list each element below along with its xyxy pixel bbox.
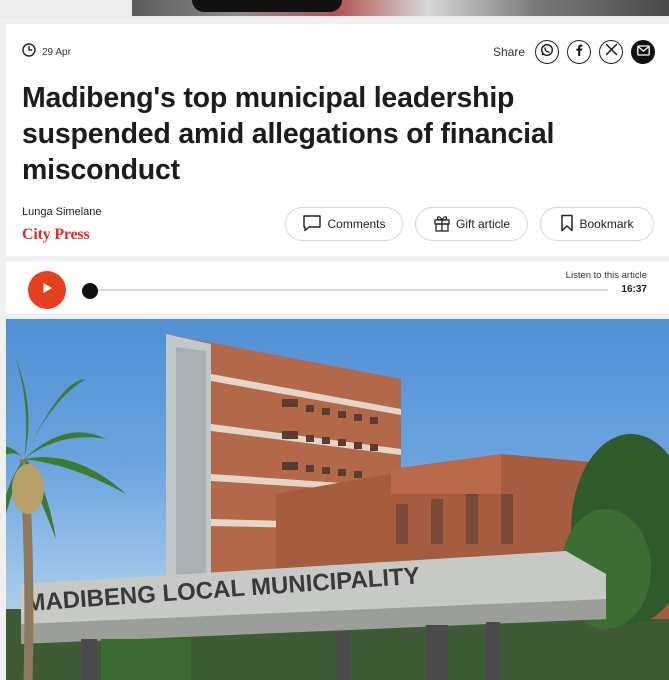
article-hero-image: MADIBENG LOCAL MUNICIPALITY: [6, 319, 669, 680]
share-bar: Share: [493, 40, 655, 64]
article-meta: 29 Apr: [22, 43, 71, 62]
gift-icon: [433, 214, 451, 235]
author-name[interactable]: Lunga Simelane: [22, 206, 102, 218]
facebook-icon: [572, 43, 586, 62]
comments-button[interactable]: Comments: [285, 207, 403, 241]
play-button[interactable]: [28, 271, 66, 309]
play-icon: [40, 281, 54, 300]
comment-icon: [302, 214, 322, 235]
bookmark-label: Bookmark: [579, 217, 634, 231]
clock-icon: [22, 43, 36, 62]
email-share-button[interactable]: [631, 40, 655, 64]
article-header: 29 Apr Share Madibeng's top municipal le…: [6, 24, 669, 256]
listen-label: Listen to this article: [565, 270, 647, 281]
gift-article-label: Gift article: [455, 217, 510, 231]
publication-logo[interactable]: City Press: [22, 226, 90, 244]
comments-label: Comments: [327, 217, 386, 231]
x-icon: [605, 43, 618, 61]
audio-duration: 16:37: [621, 284, 647, 295]
article-headline: Madibeng's top municipal leadership susp…: [22, 82, 555, 186]
previous-image: [132, 0, 669, 16]
audio-progress-knob[interactable]: [82, 283, 98, 299]
share-label: Share: [492, 45, 525, 59]
facebook-share-button[interactable]: [567, 40, 591, 64]
x-share-button[interactable]: [599, 40, 623, 64]
whatsapp-icon: [540, 43, 554, 62]
article-date: 29 Apr: [42, 47, 71, 58]
audio-progress-track[interactable]: [84, 289, 608, 291]
mail-icon: [636, 43, 650, 61]
municipal-building-photo: MADIBENG LOCAL MUNICIPALITY: [6, 334, 669, 680]
whatsapp-share-button[interactable]: [535, 40, 559, 64]
bookmark-button[interactable]: Bookmark: [540, 207, 654, 241]
bookmark-icon: [560, 214, 574, 235]
audio-player: Listen to this article 16:37: [6, 262, 669, 314]
previous-image-strip: [0, 0, 669, 18]
gift-article-button[interactable]: Gift article: [415, 207, 528, 241]
